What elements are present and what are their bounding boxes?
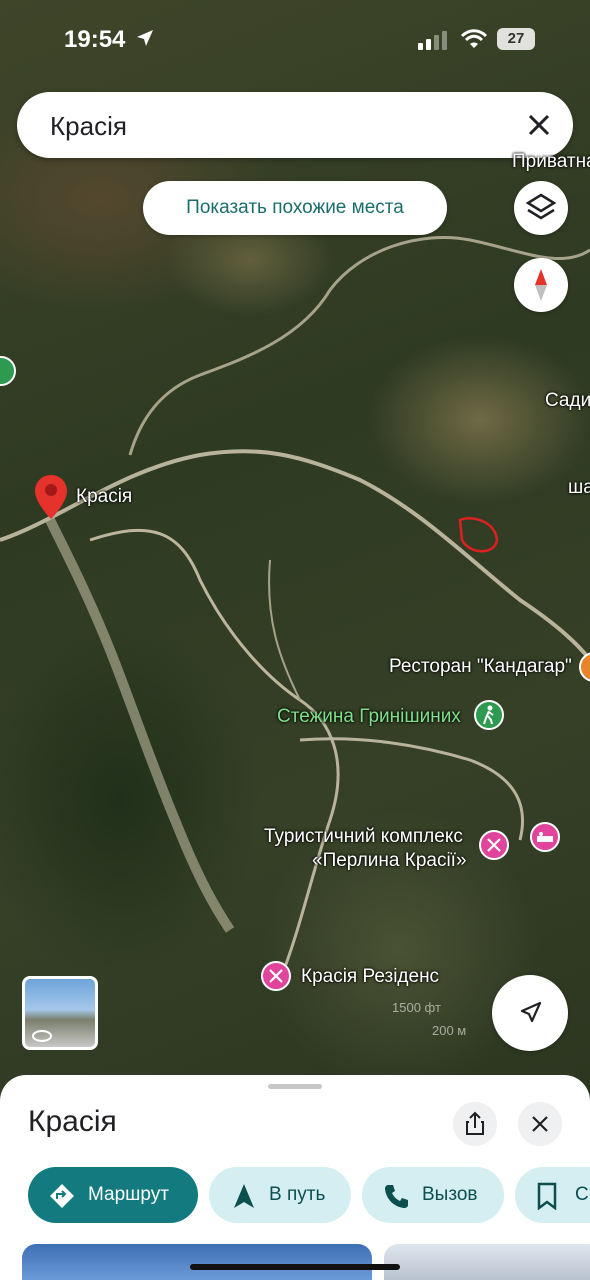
call-label: Вызов [422,1184,478,1205]
place-title: Красія [28,1105,117,1138]
compass-icon [535,269,547,301]
search-query[interactable]: Красія [50,111,127,142]
satellite-map[interactable] [0,0,590,1100]
home-indicator[interactable] [190,1264,400,1270]
directions-icon [50,1184,74,1208]
drag-handle[interactable] [268,1084,322,1089]
status-bar: 19:54 27 [0,0,590,80]
hotel-poi-icon[interactable] [530,822,560,852]
location-pin-icon[interactable] [33,473,69,521]
wifi-icon [460,29,488,48]
rotate-360-icon [32,1030,52,1042]
call-chip[interactable]: Вызов [362,1167,504,1223]
close-sheet-button[interactable] [518,1102,562,1146]
navigation-arrow-icon [520,1001,542,1023]
map-label-sha: ша [568,477,590,498]
phone-icon [385,1185,408,1208]
save-label: С [575,1184,589,1205]
directions-chip[interactable]: Маршрут [28,1167,198,1223]
map-label-tourist-complex-1[interactable]: Туристичний комплекс [264,826,463,848]
tourist-complex-poi-icon[interactable] [479,830,509,860]
residence-poi-icon[interactable] [261,961,291,991]
street-view-thumbnail[interactable] [22,976,98,1050]
map-label-trail[interactable]: Стежина Гринішиних [277,706,461,728]
layers-icon [525,193,557,220]
map-label-restaurant[interactable]: Ресторан "Кандагар" [389,656,572,678]
search-bar[interactable]: Красія [17,92,573,158]
map-label-krasia[interactable]: Красія [76,486,132,508]
clock: 19:54 [64,26,126,53]
place-sheet[interactable]: Красія Маршрут В путь Вызов С [0,1075,590,1280]
close-icon [532,1116,548,1132]
map-label-sady: Сади [545,390,590,411]
bookmark-icon [537,1182,557,1210]
save-chip[interactable]: С [515,1167,590,1223]
share-icon [466,1111,484,1135]
share-button[interactable] [453,1102,497,1146]
my-location-button[interactable] [492,975,568,1051]
compass-button[interactable] [514,258,568,312]
start-chip[interactable]: В путь [209,1167,351,1223]
place-photo-2[interactable] [384,1244,590,1280]
show-similar-places-button[interactable]: Показать похожие места [143,181,447,235]
battery-indicator: 27 [497,28,535,50]
signal-icon [418,31,447,50]
clear-search-icon[interactable] [525,111,553,139]
directions-label: Маршрут [88,1184,169,1205]
layers-button[interactable] [514,181,568,235]
place-photo-1[interactable] [22,1244,372,1280]
map-label-tourist-complex-2[interactable]: «Перлина Красії» [312,850,467,872]
hiking-poi-icon[interactable] [474,700,504,730]
map-label-privatna: Приватна [512,151,590,172]
navigation-start-icon [234,1184,254,1208]
map-roads [0,235,590,981]
start-label: В путь [269,1184,326,1205]
map-scale: 1500 фт 200 м [392,1000,466,1038]
map-label-residence[interactable]: Красія Резіденс [301,966,439,988]
scale-meters: 200 м [432,1023,467,1038]
scale-feet: 1500 фт [392,1000,441,1015]
location-arrow-icon [137,30,153,46]
